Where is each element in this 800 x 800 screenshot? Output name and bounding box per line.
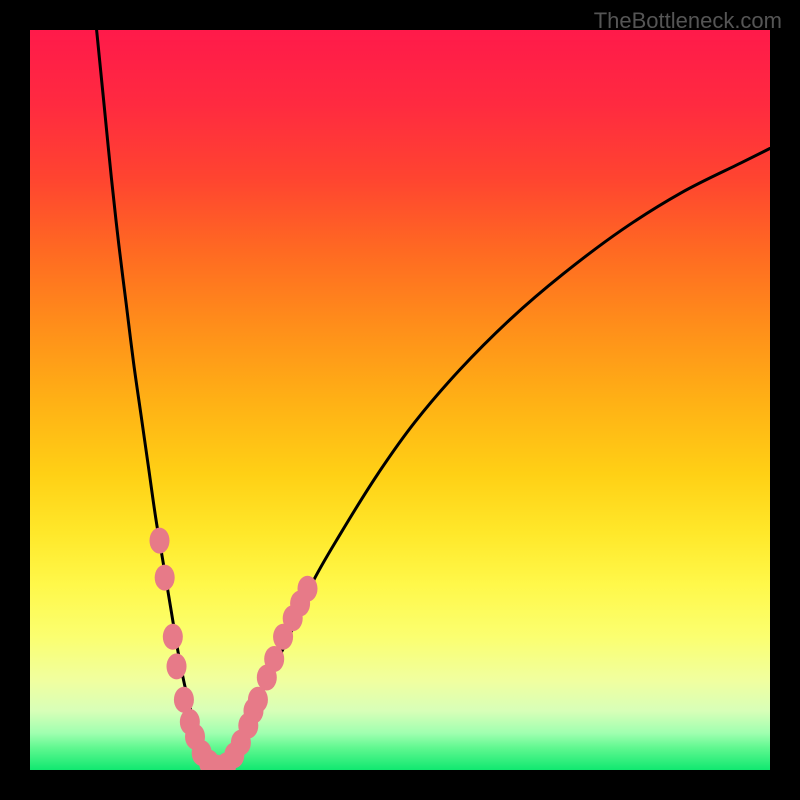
watermark-text: TheBottleneck.com — [594, 8, 782, 34]
data-point — [174, 687, 194, 713]
data-point — [155, 565, 175, 591]
data-point — [248, 687, 268, 713]
data-point — [167, 653, 187, 679]
dots-layer — [30, 30, 770, 770]
data-point — [150, 528, 170, 554]
data-point — [264, 646, 284, 672]
data-point — [163, 624, 183, 650]
plot-area — [30, 30, 770, 770]
chart-container: TheBottleneck.com — [0, 0, 800, 800]
data-point — [298, 576, 318, 602]
